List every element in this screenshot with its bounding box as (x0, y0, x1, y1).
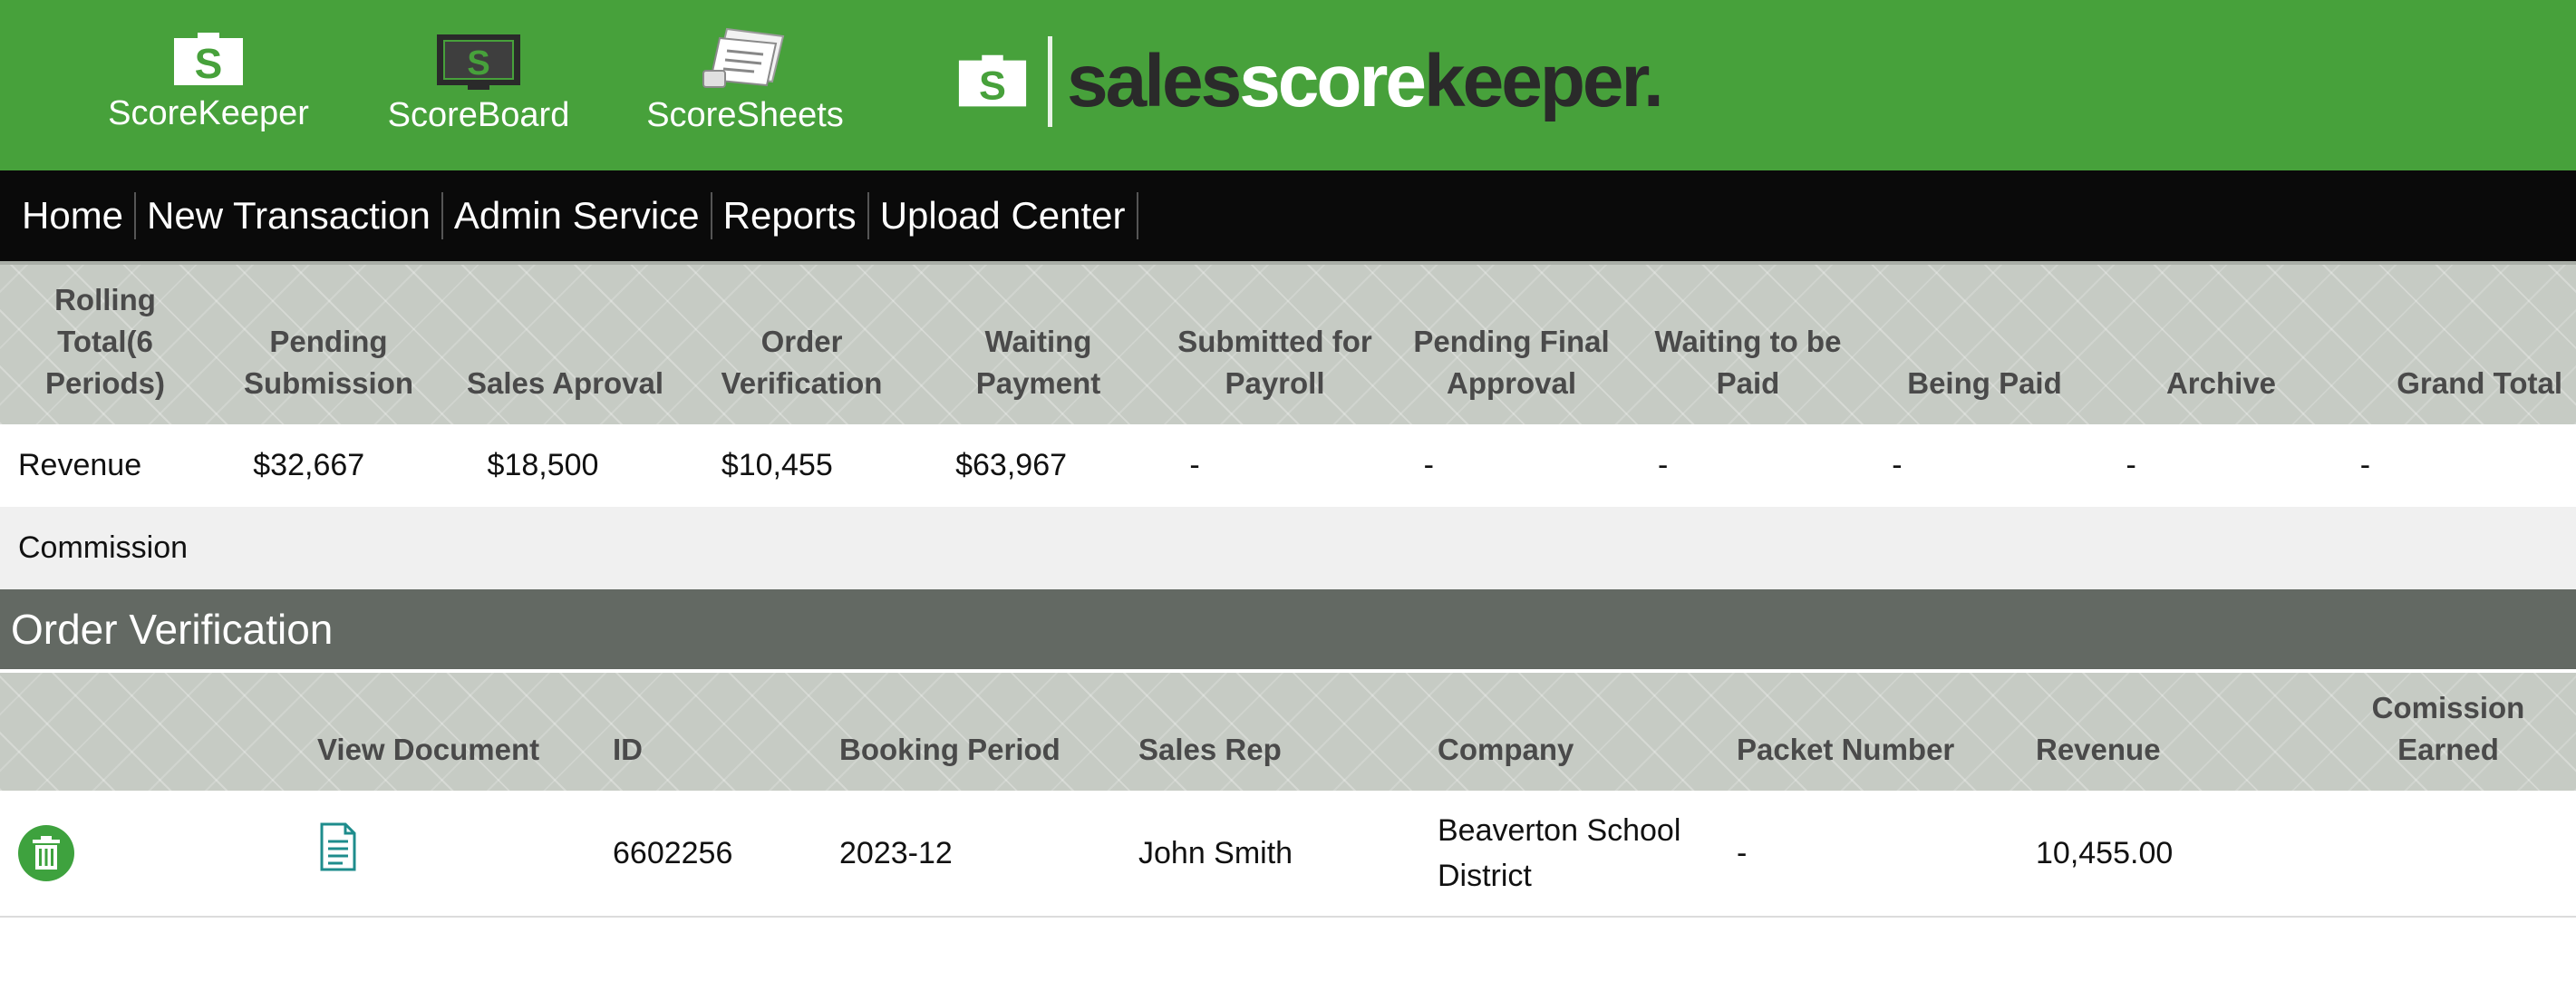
summary-header-submitted-payroll: Submitted for Payroll (1177, 325, 1372, 400)
detail-header-action (0, 673, 299, 791)
detail-header-id[interactable]: ID (598, 673, 825, 791)
table-cell: Commission (18, 530, 189, 565)
summary-header-waiting-to-be-paid: Waiting to be Paid (1654, 325, 1842, 400)
top-header: S ScoreKeeper S ScoreBoard ScoreSheets S (0, 0, 2576, 170)
app-link-scoreboard[interactable]: S ScoreBoard (379, 33, 578, 135)
view-document-cell (299, 821, 598, 885)
summary-header-archive: Archive (2165, 366, 2277, 400)
trash-icon (33, 836, 60, 870)
svg-text:S: S (195, 40, 223, 87)
detail-header-sales-rep[interactable]: Sales Rep (1124, 673, 1423, 791)
cell-sales-rep: John Smith (1138, 836, 1293, 870)
scoresheets-icon (702, 27, 785, 88)
table-cell: - (1892, 448, 1903, 482)
app-link-scoresheets[interactable]: ScoreSheets (638, 25, 852, 135)
table-cell: - (1423, 448, 1434, 482)
detail-header-booking-period[interactable]: Booking Period (825, 673, 1124, 791)
summary-header-grand-total: Grand Total (2397, 366, 2562, 400)
brand-s-icon: S (958, 54, 1027, 109)
section-title-bar: Order Verification (0, 589, 2576, 669)
scorekeeper-logo-icon: S (174, 33, 243, 87)
table-row: 6602256 2023-12 John Smith Beaverton Sch… (0, 791, 2576, 918)
table-cell: - (1657, 448, 1669, 482)
summary-header-pending-submission: Pending Submission (243, 325, 414, 400)
cell-id: 6602256 (613, 836, 733, 870)
cell-company: Beaverton School District (1438, 813, 1681, 893)
table-cell: $10,455 (721, 448, 833, 482)
cell-packet-number: - (1737, 836, 1748, 870)
summary-header-rolling-total: Rolling Total(6 Periods) (44, 283, 166, 400)
summary-header-row: Rolling Total(6 Periods) Pending Submiss… (0, 261, 2576, 424)
nav-home[interactable]: Home (11, 192, 137, 239)
detail-header-row: View Document ID Booking Period Sales Re… (0, 669, 2576, 791)
brand-divider (1048, 36, 1052, 127)
scoreboard-monitor-icon: S (437, 34, 520, 90)
nav-reports[interactable]: Reports (712, 192, 869, 239)
detail-header-company[interactable]: Company (1423, 673, 1722, 791)
nav-upload-center[interactable]: Upload Center (869, 192, 1138, 239)
svg-text:S: S (467, 44, 489, 83)
app-label-scoresheets: ScoreSheets (646, 96, 844, 134)
table-cell: $32,667 (253, 448, 365, 482)
table-cell: - (2126, 448, 2136, 482)
table-cell: $18,500 (487, 448, 599, 482)
app-label-scorekeeper: ScoreKeeper (108, 94, 309, 132)
table-cell: Revenue (18, 448, 142, 482)
section-title: Order Verification (11, 606, 334, 653)
summary-header-waiting-payment: Waiting Payment (975, 325, 1101, 400)
nav-new-transaction[interactable]: New Transaction (136, 192, 443, 239)
view-document-button[interactable] (319, 821, 357, 885)
app-link-scorekeeper[interactable]: S ScoreKeeper (102, 31, 315, 133)
summary-header-order-verification: Order Verification (721, 325, 883, 400)
summary-header-pending-final-approval: Pending Final Approval (1413, 325, 1610, 400)
nav-admin-service[interactable]: Admin Service (443, 192, 712, 239)
main-nav: Home New Transaction Admin Service Repor… (0, 170, 2576, 261)
table-cell: - (1189, 448, 1200, 482)
summary-header-being-paid: Being Paid (1907, 366, 2062, 400)
brand-wordmark: salesscorekeeper. (1067, 40, 1664, 122)
document-icon (320, 822, 356, 871)
detail-header-view-document[interactable]: View Document (299, 673, 598, 791)
row-actions (0, 825, 299, 881)
app-label-scoreboard: ScoreBoard (387, 96, 570, 134)
summary-commission-row: Commission (0, 507, 2576, 589)
detail-header-packet-number[interactable]: Packet Number (1722, 673, 2021, 791)
table-cell: $63,967 (955, 448, 1068, 482)
detail-header-commission-earned[interactable]: Comission Earned (2320, 673, 2576, 791)
svg-text:S: S (979, 63, 1006, 109)
delete-button[interactable] (18, 825, 74, 881)
table-cell: - (2359, 448, 2371, 482)
detail-header-revenue[interactable]: Revenue (2021, 673, 2320, 791)
summary-header-sales-approval: Sales Aproval (466, 366, 664, 400)
cell-booking-period: 2023-12 (839, 836, 953, 870)
cell-revenue: 10,455.00 (2036, 836, 2174, 870)
summary-revenue-row: Revenue $32,667 $18,500 $10,455 $63,967 … (0, 424, 2576, 507)
brand-logo: S salesscorekeeper. (955, 34, 1664, 129)
